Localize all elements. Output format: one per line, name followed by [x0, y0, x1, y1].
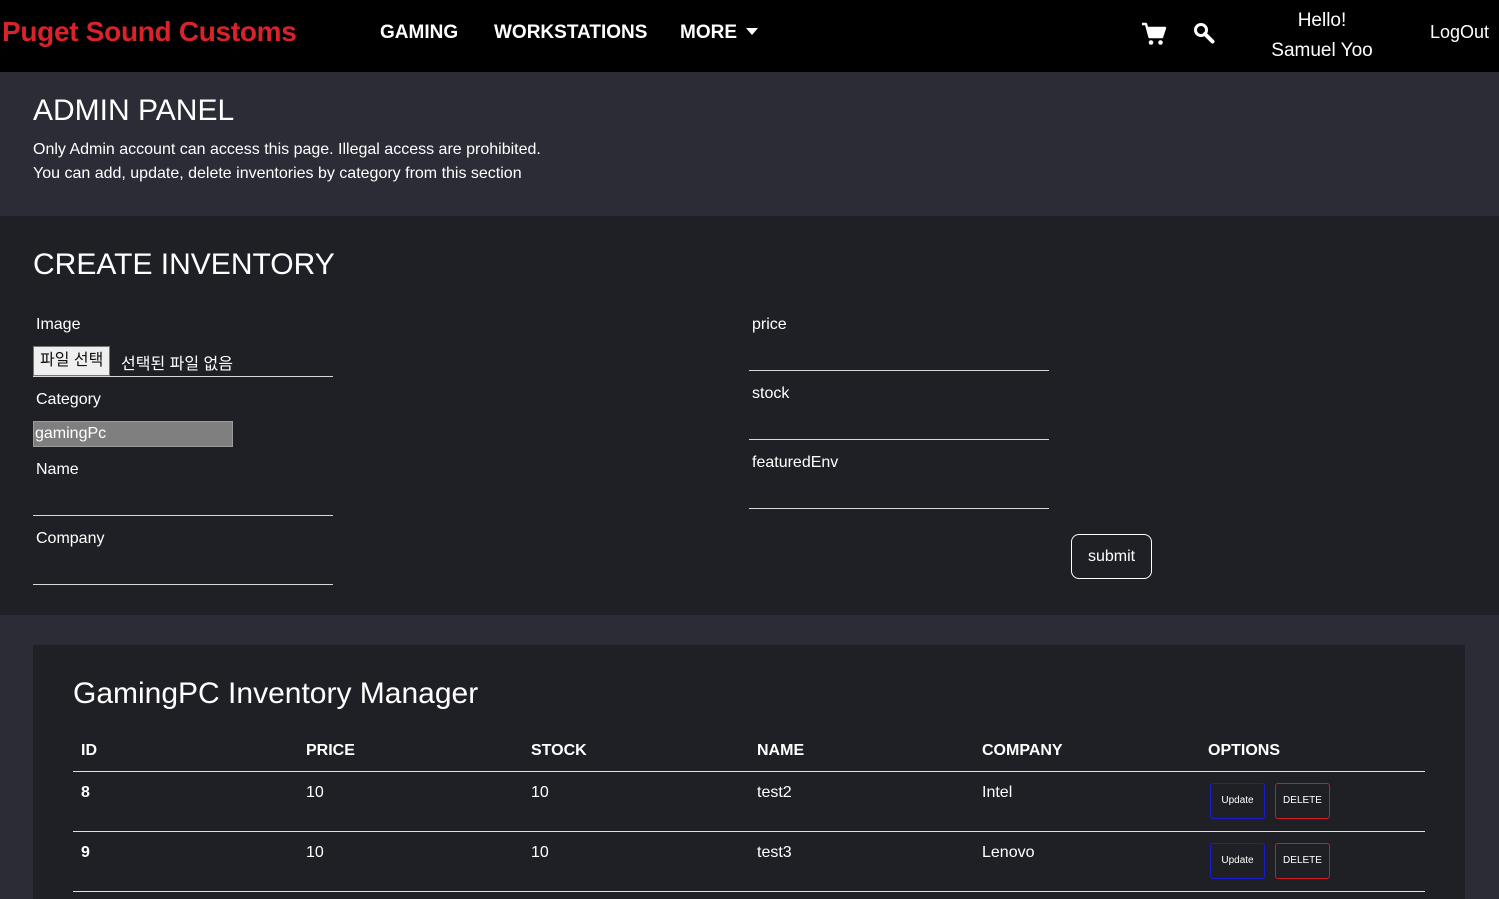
featured-env-label: featuredEnv [752, 454, 839, 471]
delete-button[interactable]: DELETE [1275, 843, 1330, 879]
file-status-text: 선택된 파일 없음 [121, 356, 233, 373]
nav-more[interactable]: MORE [680, 22, 758, 44]
inventory-manager-section: GamingPC Inventory Manager ID PRICE STOC… [33, 645, 1465, 899]
admin-notice-line2: You can add, update, delete inventories … [33, 165, 522, 182]
nav-more-label: MORE [680, 22, 737, 43]
cell-price: 10 [306, 784, 324, 801]
col-header-company: COMPANY [982, 742, 1063, 759]
category-label: Category [36, 391, 101, 408]
cell-id: 8 [81, 784, 90, 801]
user-name: Samuel Yoo [1271, 40, 1373, 61]
price-underline [749, 370, 1049, 371]
featured-env-underline [749, 508, 1049, 509]
inventory-manager-title: GamingPC Inventory Manager [73, 677, 479, 710]
company-label: Company [36, 530, 105, 547]
company-input[interactable] [33, 554, 333, 584]
stock-underline [749, 439, 1049, 440]
search-icon[interactable] [1193, 22, 1215, 44]
company-underline [33, 584, 333, 585]
price-input[interactable] [749, 340, 1049, 370]
stock-input[interactable] [749, 409, 1049, 439]
price-label: price [752, 316, 787, 333]
file-choose-button[interactable]: 파일 선택 [33, 346, 111, 376]
create-inventory-title: CREATE INVENTORY [33, 248, 335, 281]
user-greeting: Hello! Samuel Yoo [1250, 6, 1394, 66]
name-underline [33, 515, 333, 516]
greeting-text: Hello! [1297, 10, 1347, 31]
col-header-id: ID [81, 742, 97, 759]
cell-price: 10 [306, 844, 324, 861]
name-label: Name [36, 461, 79, 478]
update-button[interactable]: Update [1210, 783, 1265, 819]
update-button[interactable]: Update [1210, 843, 1265, 879]
stock-label: stock [752, 385, 790, 402]
cell-id: 9 [81, 844, 90, 861]
admin-notice-line1: Only Admin account can access this page.… [33, 141, 541, 158]
brand-logo[interactable]: Puget Sound Customs [2, 16, 297, 48]
cell-name: test2 [757, 784, 792, 801]
chevron-down-icon [746, 28, 758, 35]
table-header-divider [73, 771, 1425, 772]
cart-icon[interactable] [1141, 22, 1167, 46]
image-underline [33, 376, 333, 377]
submit-button[interactable]: submit [1071, 534, 1152, 579]
logout-link[interactable]: LogOut [1430, 22, 1489, 43]
nav-gaming[interactable]: GAMING [380, 22, 458, 44]
cell-stock: 10 [531, 844, 549, 861]
cell-name: test3 [757, 844, 792, 861]
nav-workstations[interactable]: WORKSTATIONS [494, 22, 647, 44]
col-header-stock: STOCK [531, 742, 587, 759]
top-navbar: Puget Sound Customs GAMING WORKSTATIONS … [0, 0, 1499, 72]
cell-stock: 10 [531, 784, 549, 801]
row-divider [73, 831, 1425, 832]
col-header-options: OPTIONS [1208, 742, 1281, 759]
name-input[interactable] [33, 485, 333, 515]
create-inventory-section: CREATE INVENTORY Image 파일 선택 선택된 파일 없음 C… [0, 216, 1499, 615]
row-divider [73, 891, 1425, 892]
cell-company: Lenovo [982, 844, 1035, 861]
category-select[interactable]: gamingPc [33, 421, 233, 447]
admin-panel-title: ADMIN PANEL [33, 94, 235, 127]
col-header-name: NAME [757, 742, 805, 759]
cell-company: Intel [982, 784, 1013, 801]
col-header-price: PRICE [306, 742, 355, 759]
featured-env-input[interactable] [749, 478, 1049, 508]
delete-button[interactable]: DELETE [1275, 783, 1330, 819]
image-label: Image [36, 316, 81, 333]
admin-panel-section: ADMIN PANEL Only Admin account can acces… [0, 72, 1499, 216]
